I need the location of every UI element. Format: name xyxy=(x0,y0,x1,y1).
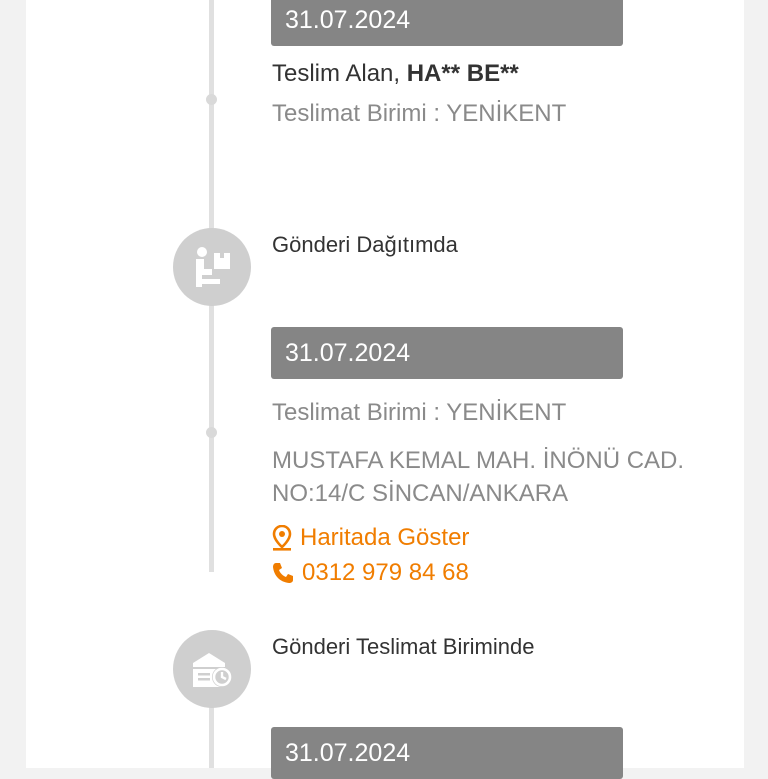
show-on-map-link[interactable]: Haritada Göster xyxy=(272,524,469,552)
map-pin-icon xyxy=(272,525,292,551)
event-date-bar: 31.07.2024 xyxy=(271,0,623,46)
event-date: 31.07.2024 xyxy=(285,6,411,34)
event-date-bar: 31.07.2024 xyxy=(271,327,623,379)
event-date: 31.07.2024 xyxy=(285,339,411,367)
delivery-unit: Teslimat Birimi : YENİKENT xyxy=(272,100,567,127)
event-title: Gönderi Teslimat Biriminde xyxy=(272,634,535,659)
address-line-2: NO:14/C SİNCAN/ANKARA xyxy=(272,480,569,507)
event-title: Gönderi Dağıtımda xyxy=(272,232,458,257)
receiver-name: HA** BE** xyxy=(406,60,519,87)
receiver-label: Teslim Alan, xyxy=(272,60,407,87)
phone-number[interactable]: 0312 979 84 68 xyxy=(302,559,469,587)
phone-link[interactable]: 0312 979 84 68 xyxy=(272,559,469,587)
timeline-dot xyxy=(206,94,217,105)
delivery-unit: Teslimat Birimi : YENİKENT xyxy=(272,399,567,426)
delivery-worker-icon xyxy=(173,228,251,306)
receiver-line: Teslim Alan, HA** BE** xyxy=(272,60,519,88)
timeline-line-3 xyxy=(209,705,214,768)
address-line-1: MUSTAFA KEMAL MAH. İNÖNÜ CAD. xyxy=(272,447,685,474)
phone-icon xyxy=(273,563,293,583)
show-on-map-label[interactable]: Haritada Göster xyxy=(300,524,469,552)
timeline-line-1 xyxy=(209,0,214,235)
event-date-bar: 31.07.2024 xyxy=(271,727,623,779)
branch-clock-icon xyxy=(173,630,251,708)
tracking-card: 31.07.2024 Teslim Alan, HA** BE** Teslim… xyxy=(26,0,744,779)
event-date: 31.07.2024 xyxy=(285,739,411,767)
timeline-dot xyxy=(206,427,217,438)
